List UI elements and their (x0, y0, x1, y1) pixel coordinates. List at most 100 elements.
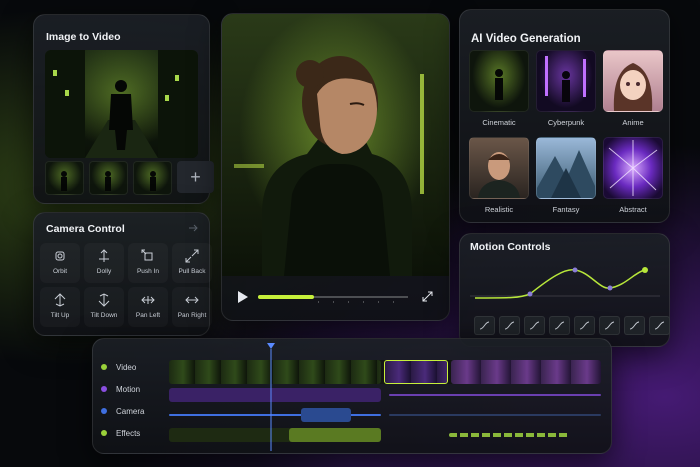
track-motion[interactable]: Motion (101, 379, 140, 399)
camera-clip[interactable] (389, 414, 601, 416)
motion-curve[interactable] (470, 258, 660, 310)
progress-tick (348, 301, 349, 303)
easing-presets (474, 316, 670, 335)
tilt-down-button[interactable]: Tilt Down (84, 287, 124, 327)
ai-generation-title: AI Video Generation (471, 33, 581, 45)
dolly-icon (99, 249, 109, 262)
ease-curve-icon (654, 321, 665, 330)
video-clip-selected[interactable] (384, 360, 448, 384)
thumbnail[interactable] (133, 161, 172, 195)
track-camera[interactable]: Camera (101, 401, 144, 421)
progress-bar[interactable] (258, 289, 408, 305)
style-realistic[interactable]: Realistic (469, 137, 529, 214)
image-to-video-panel: Image to Video + (33, 14, 214, 204)
thumbnail[interactable] (45, 161, 84, 195)
easing-preset[interactable] (524, 316, 545, 335)
ease-curve-icon (479, 321, 490, 330)
thumbnail[interactable] (89, 161, 128, 195)
easing-preset[interactable] (574, 316, 595, 335)
track-color-dot (101, 386, 107, 392)
effects-lane[interactable] (169, 428, 601, 442)
progress-tick (393, 301, 394, 303)
style-fantasy[interactable]: Fantasy (536, 137, 596, 214)
camera-control-panel: Camera Control Orbit Dolly Push In Pull … (33, 212, 210, 336)
pull-back-button[interactable]: Pull Back (172, 243, 212, 283)
ease-curve-icon (604, 321, 615, 330)
dolly-button[interactable]: Dolly (84, 243, 124, 283)
track-video[interactable]: Video (101, 357, 136, 377)
playhead[interactable] (267, 343, 275, 451)
pan-right-icon (185, 296, 199, 304)
easing-preset[interactable] (549, 316, 570, 335)
easing-preset[interactable] (474, 316, 495, 335)
motion-clip[interactable] (389, 394, 601, 396)
motion-controls-panel: Motion Controls (459, 233, 670, 347)
camera-lane[interactable] (169, 408, 601, 422)
portrait-art (234, 56, 424, 276)
play-icon[interactable] (238, 291, 248, 303)
push-in-button[interactable]: Push In (128, 243, 168, 283)
orbit-icon (55, 251, 65, 261)
video-clip[interactable] (169, 360, 381, 384)
easing-preset[interactable] (649, 316, 670, 335)
ease-curve-icon (629, 321, 640, 330)
easing-preset[interactable] (624, 316, 645, 335)
progress-tick (363, 301, 364, 303)
video-lane[interactable] (169, 360, 601, 384)
cyberpunk-art (545, 56, 586, 102)
style-cinematic[interactable]: Cinematic (469, 50, 529, 127)
track-color-dot (101, 364, 107, 370)
cinematic-art (495, 69, 503, 100)
video-preview-panel (221, 13, 450, 321)
easing-preset[interactable] (499, 316, 520, 335)
progress-tick (318, 301, 319, 303)
source-image[interactable] (45, 50, 198, 158)
orbit-button[interactable]: Orbit (40, 243, 80, 283)
ai-video-generation-panel: AI Video Generation Cinematic Cyberpunk … (459, 9, 670, 223)
ease-curve-icon (504, 321, 515, 330)
motion-clip[interactable] (169, 388, 381, 402)
tilt-up-button[interactable]: Tilt Up (40, 287, 80, 327)
keyframe-point[interactable] (607, 285, 613, 291)
pan-right-button[interactable]: Pan Right (172, 287, 212, 327)
anime-art (613, 63, 653, 111)
arrow-right-icon[interactable] (189, 224, 199, 232)
style-abstract[interactable]: Abstract (603, 137, 663, 214)
fantasy-art (537, 150, 595, 198)
effects-clip[interactable] (289, 428, 381, 442)
tilt-down-icon (98, 293, 110, 307)
realistic-art (478, 152, 520, 198)
track-color-dot (101, 430, 107, 436)
ease-curve-icon (554, 321, 565, 330)
camera-clip[interactable] (301, 408, 351, 422)
track-color-dot (101, 408, 107, 414)
keyframe-point[interactable] (527, 291, 533, 297)
video-frame[interactable] (222, 14, 449, 276)
progress-fill (258, 295, 314, 299)
style-cyberpunk[interactable]: Cyberpunk (536, 50, 596, 127)
player-controls (222, 282, 449, 320)
style-grid: Cinematic Cyberpunk Anime Realistic Fant… (469, 50, 663, 214)
pan-left-button[interactable]: Pan Left (128, 287, 168, 327)
easing-preset[interactable] (599, 316, 620, 335)
motion-lane[interactable] (169, 388, 601, 402)
source-image-art (45, 50, 198, 158)
plus-icon: + (190, 166, 201, 187)
video-clip[interactable] (451, 360, 601, 384)
camera-control-title: Camera Control (46, 223, 125, 235)
pull-back-icon (185, 249, 199, 263)
abstract-art (608, 140, 658, 196)
style-anime[interactable]: Anime (603, 50, 663, 127)
progress-tick (333, 301, 334, 303)
effects-clip[interactable] (449, 433, 569, 437)
keyframe-point[interactable] (642, 267, 648, 273)
track-effects[interactable]: Effects (101, 423, 140, 443)
fullscreen-icon[interactable] (422, 291, 433, 302)
thumbnail-row: + (45, 161, 214, 195)
add-image-button[interactable]: + (177, 161, 214, 193)
keyframe-point[interactable] (572, 267, 578, 273)
tilt-up-icon (54, 293, 66, 307)
ease-curve-icon (529, 321, 540, 330)
ease-curve-icon (579, 321, 590, 330)
pan-left-icon (141, 296, 155, 304)
